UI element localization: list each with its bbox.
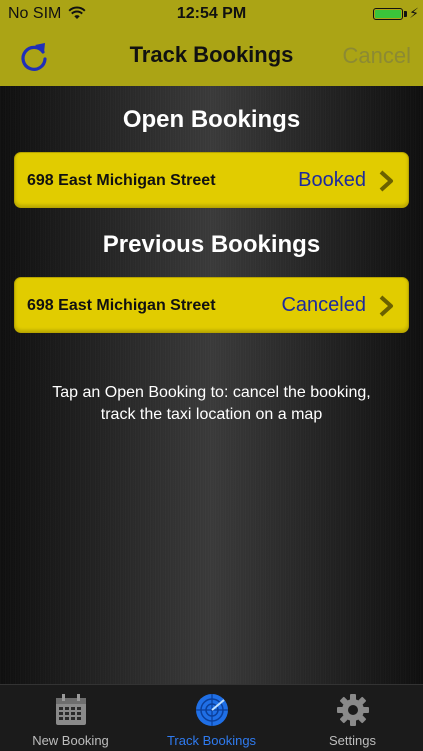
- open-bookings-title: Open Bookings: [122, 106, 301, 133]
- battery-tip: [404, 11, 407, 17]
- clock: 12:54 PM: [176, 5, 247, 22]
- previous-bookings-title: Previous Bookings: [102, 231, 321, 258]
- tab-track-bookings[interactable]: Track Bookings: [141, 685, 282, 751]
- previous-booking-row[interactable]: 698 East Michigan Street Canceled: [14, 277, 409, 333]
- navigation-bar: Track Bookings Cancel: [0, 28, 423, 86]
- content-area: Open Bookings 698 East Michigan Street B…: [0, 86, 423, 684]
- tab-label: New Booking: [32, 733, 109, 748]
- tab-label: Track Bookings: [166, 733, 257, 748]
- calendar-icon: [55, 694, 86, 725]
- charging-icon: ⚡: [409, 5, 419, 21]
- booking-address: 698 East Michigan Street: [27, 172, 216, 189]
- tab-bar: New Booking Track Bookings Settings: [0, 684, 423, 750]
- help-text-line-2: track the taxi location on a map: [100, 406, 323, 423]
- help-text-line-1: Tap an Open Booking to: cancel the booki…: [52, 384, 371, 401]
- booking-status: Canceled: [281, 294, 366, 316]
- chevron-right-icon: [379, 170, 393, 192]
- booking-status: Booked: [298, 169, 366, 191]
- chevron-right-icon: [379, 295, 393, 317]
- tab-settings[interactable]: Settings: [282, 685, 423, 751]
- status-bar: No SIM 12:54 PM ⚡: [0, 0, 423, 28]
- cancel-button[interactable]: Cancel: [343, 43, 411, 69]
- top-bar: No SIM 12:54 PM ⚡ Track Bookings Cancel: [0, 0, 423, 86]
- help-text: Tap an Open Booking to: cancel the booki…: [0, 382, 423, 426]
- battery-icon: [373, 8, 403, 20]
- gear-icon: [336, 694, 369, 726]
- booking-address: 698 East Michigan Street: [27, 297, 216, 314]
- open-booking-row[interactable]: 698 East Michigan Street Booked: [14, 152, 409, 208]
- tab-label: Settings: [329, 733, 376, 748]
- tab-new-booking[interactable]: New Booking: [0, 685, 141, 751]
- radar-icon: [195, 694, 228, 726]
